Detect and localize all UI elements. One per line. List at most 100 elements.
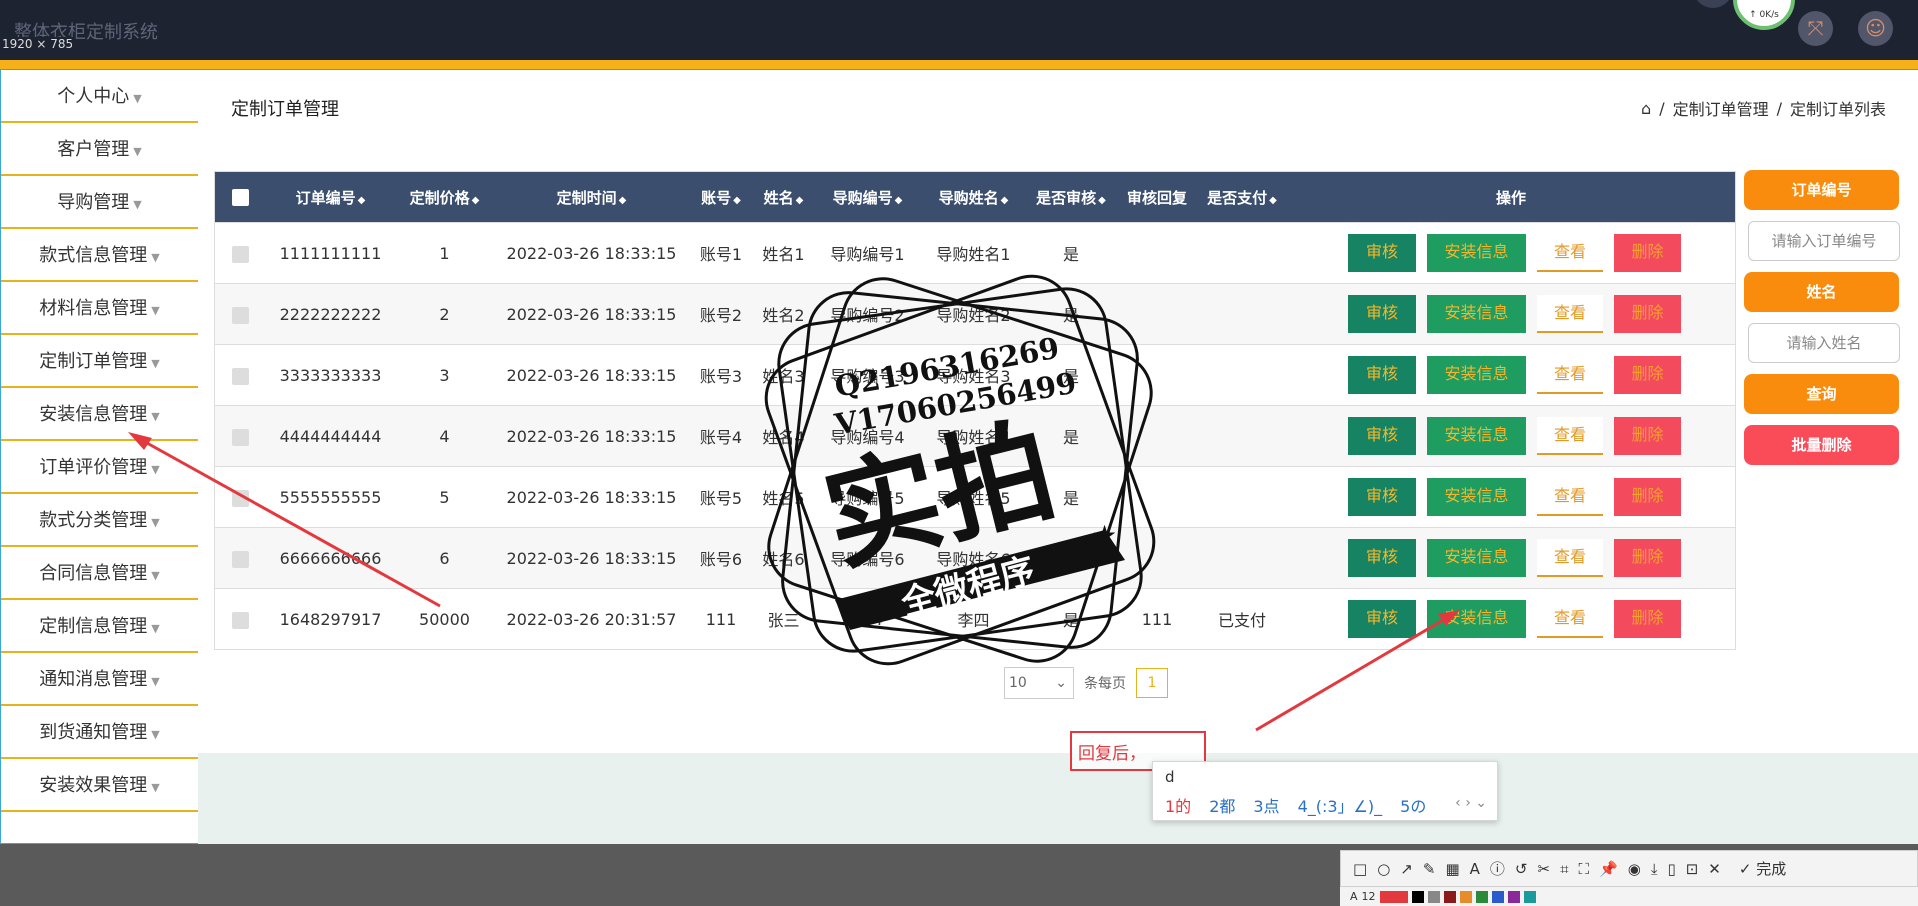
row-checkbox[interactable] bbox=[231, 367, 249, 385]
ellipse-icon[interactable]: ○ bbox=[1377, 860, 1390, 878]
delete-button[interactable]: 删除 bbox=[1614, 417, 1681, 455]
ime-candidate[interactable]: 1的 bbox=[1165, 793, 1191, 817]
sidebar-item-style-categories[interactable]: 款式分类管理 ▼ bbox=[1, 494, 198, 547]
close-icon[interactable]: ✕ bbox=[1708, 860, 1721, 878]
sidebar-item-install-effects[interactable]: 安装效果管理 ▼ bbox=[1, 759, 198, 812]
audit-button[interactable]: 审核 bbox=[1348, 295, 1416, 333]
sidebar-item-guides[interactable]: 导购管理 ▼ bbox=[1, 176, 198, 229]
install-info-button[interactable]: 安装信息 bbox=[1427, 234, 1526, 272]
query-button[interactable]: 查询 bbox=[1744, 374, 1899, 414]
install-info-button[interactable]: 安装信息 bbox=[1427, 417, 1526, 455]
download-icon[interactable]: ⤓ bbox=[1651, 860, 1658, 878]
text-icon[interactable]: A bbox=[1470, 860, 1480, 878]
home-icon[interactable]: ⌂ bbox=[1641, 99, 1651, 118]
install-info-button[interactable]: 安装信息 bbox=[1427, 478, 1526, 516]
audit-button[interactable]: 审核 bbox=[1348, 356, 1416, 394]
mosaic-icon[interactable]: ▦ bbox=[1445, 860, 1459, 878]
view-button[interactable]: 查看 bbox=[1537, 600, 1603, 638]
sidebar-item-materials[interactable]: 材料信息管理 ▼ bbox=[1, 282, 198, 335]
view-button[interactable]: 查看 bbox=[1537, 417, 1603, 455]
view-button[interactable]: 查看 bbox=[1537, 356, 1603, 394]
pen-icon[interactable]: ✎ bbox=[1423, 860, 1436, 878]
view-button[interactable]: 查看 bbox=[1537, 478, 1603, 516]
audit-button[interactable]: 审核 bbox=[1348, 234, 1416, 272]
sidebar-item-notifications[interactable]: 通知消息管理 ▼ bbox=[1, 653, 198, 706]
color-swatch[interactable] bbox=[1523, 890, 1536, 903]
view-button[interactable]: 查看 bbox=[1537, 539, 1603, 577]
view-button[interactable]: 查看 bbox=[1537, 295, 1603, 333]
sidebar-item-styles[interactable]: 款式信息管理 ▼ bbox=[1, 229, 198, 282]
ime-candidate[interactable]: 5の bbox=[1400, 793, 1426, 817]
color-swatch[interactable] bbox=[1427, 890, 1440, 903]
color-swatch[interactable] bbox=[1475, 890, 1488, 903]
audit-button[interactable]: 审核 bbox=[1348, 417, 1416, 455]
fullscreen-icon[interactable]: ⤧ bbox=[1798, 11, 1833, 46]
page-size-select[interactable]: 10 ⌄ bbox=[1004, 667, 1074, 699]
order-no-input[interactable]: 请输入订单编号 bbox=[1748, 221, 1900, 261]
cut-icon[interactable]: ✂ bbox=[1537, 860, 1550, 878]
name-input[interactable]: 请输入姓名 bbox=[1748, 323, 1900, 363]
done-button[interactable]: ✓ 完成 bbox=[1739, 858, 1786, 879]
delete-button[interactable]: 删除 bbox=[1614, 539, 1681, 577]
ime-nav-arrows[interactable]: ‹ › ⌄ bbox=[1455, 795, 1487, 811]
pin-icon[interactable]: 📌 bbox=[1599, 860, 1618, 878]
sidebar-item-arrival-notices[interactable]: 到货通知管理 ▼ bbox=[1, 706, 198, 759]
column-header-audited[interactable]: 是否审核 ◆ bbox=[1027, 187, 1115, 208]
rectangle-icon[interactable]: □ bbox=[1353, 860, 1367, 878]
delete-button[interactable]: 删除 bbox=[1614, 295, 1681, 333]
row-checkbox[interactable] bbox=[231, 550, 249, 568]
audit-button[interactable]: 审核 bbox=[1348, 478, 1416, 516]
column-header-time[interactable]: 定制时间 ◆ bbox=[493, 187, 690, 208]
delete-button[interactable]: 删除 bbox=[1614, 234, 1681, 272]
arrow-icon[interactable]: ↗ bbox=[1400, 860, 1413, 878]
undo-icon[interactable]: ↺ bbox=[1515, 860, 1528, 878]
user-avatar-icon[interactable]: ☺ bbox=[1858, 11, 1893, 46]
ocr-icon[interactable]: ⌗ bbox=[1560, 860, 1568, 878]
ime-candidate[interactable]: 2都 bbox=[1209, 793, 1235, 817]
ime-candidate[interactable]: 4_(:3」∠)_ bbox=[1298, 793, 1383, 817]
ime-candidate[interactable]: 3点 bbox=[1253, 793, 1279, 817]
view-button[interactable]: 查看 bbox=[1537, 234, 1603, 272]
sidebar-item-order-reviews[interactable]: 订单评价管理 ▼ bbox=[1, 441, 198, 494]
row-checkbox[interactable] bbox=[231, 611, 249, 629]
number-icon[interactable]: ⓘ bbox=[1490, 858, 1505, 879]
sidebar-item-contracts[interactable]: 合同信息管理 ▼ bbox=[1, 547, 198, 600]
page-number-current[interactable]: 1 bbox=[1136, 668, 1168, 698]
sidebar-item-custom-orders[interactable]: 定制订单管理 ▼ bbox=[1, 335, 198, 388]
sidebar-item-customers[interactable]: 客户管理 ▼ bbox=[1, 123, 198, 176]
column-header-order-no[interactable]: 订单编号 ◆ bbox=[265, 187, 396, 208]
color-swatch-selected[interactable] bbox=[1379, 890, 1408, 903]
column-header-paid[interactable]: 是否支付 ◆ bbox=[1199, 187, 1285, 208]
color-swatch[interactable] bbox=[1507, 890, 1520, 903]
scan-icon[interactable]: ⛶ bbox=[1579, 860, 1590, 878]
color-swatch[interactable] bbox=[1459, 890, 1472, 903]
column-header-price[interactable]: 定制价格 ◆ bbox=[396, 187, 493, 208]
audit-button[interactable]: 审核 bbox=[1348, 600, 1416, 638]
font-size-select[interactable]: 12 bbox=[1362, 890, 1376, 903]
record-icon[interactable]: ◉ bbox=[1628, 860, 1641, 878]
sidebar-item-installation[interactable]: 安装信息管理 ▼ bbox=[1, 388, 198, 441]
column-header-name[interactable]: 姓名 ◆ bbox=[752, 187, 815, 208]
column-header-guide-no[interactable]: 导购编号 ◆ bbox=[815, 187, 920, 208]
row-checkbox[interactable] bbox=[231, 245, 249, 263]
row-checkbox[interactable] bbox=[231, 489, 249, 507]
select-all-checkbox[interactable] bbox=[231, 189, 249, 206]
install-info-button[interactable]: 安装信息 bbox=[1427, 539, 1526, 577]
install-info-button[interactable]: 安装信息 bbox=[1427, 356, 1526, 394]
color-swatch[interactable] bbox=[1443, 890, 1456, 903]
bookmark-icon[interactable]: ⊡ bbox=[1686, 860, 1699, 878]
sidebar-item-custom-info[interactable]: 定制信息管理 ▼ bbox=[1, 600, 198, 653]
delete-button[interactable]: 删除 bbox=[1614, 356, 1681, 394]
batch-delete-button[interactable]: 批量删除 bbox=[1744, 425, 1899, 465]
install-info-button[interactable]: 安装信息 bbox=[1427, 295, 1526, 333]
breadcrumb-level1[interactable]: 定制订单管理 bbox=[1673, 96, 1769, 120]
install-info-button[interactable]: 安装信息 bbox=[1427, 600, 1526, 638]
color-swatch[interactable] bbox=[1491, 890, 1504, 903]
phone-icon[interactable]: ▯ bbox=[1667, 860, 1675, 878]
delete-button[interactable]: 删除 bbox=[1614, 600, 1681, 638]
delete-button[interactable]: 删除 bbox=[1614, 478, 1681, 516]
row-checkbox[interactable] bbox=[231, 428, 249, 446]
row-checkbox[interactable] bbox=[231, 306, 249, 324]
audit-button[interactable]: 审核 bbox=[1348, 539, 1416, 577]
sidebar-item-personal-center[interactable]: 个人中心 ▼ bbox=[1, 70, 198, 123]
